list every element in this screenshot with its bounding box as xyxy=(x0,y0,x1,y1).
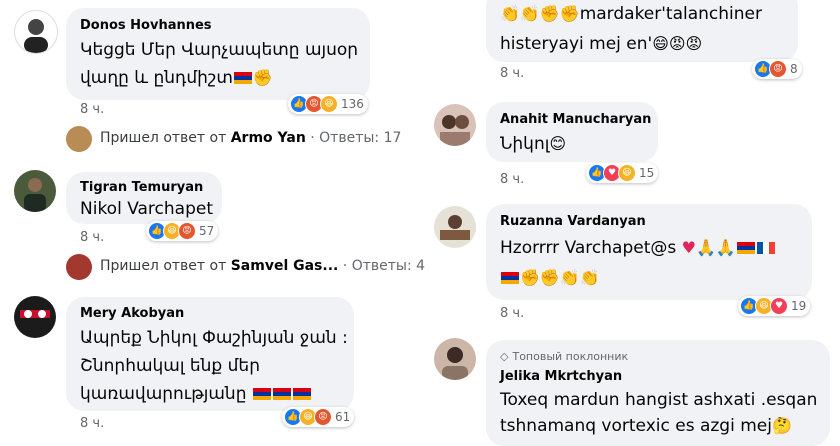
comment-author[interactable]: Donos Hovhannes xyxy=(80,18,212,33)
comment-text: Կեցցե Մեր Վարչապետը այսօր xyxy=(80,40,359,60)
avatar[interactable] xyxy=(14,10,58,54)
comment-text: Nikol Varchapet xyxy=(80,199,214,219)
reaction-count: 19 xyxy=(791,299,807,313)
reply-avatar xyxy=(66,254,92,280)
reaction-count: 136 xyxy=(341,97,364,111)
comment-text-line2: վաղը և ընդմիշտ ✊ xyxy=(80,68,273,88)
avatar[interactable] xyxy=(434,104,476,146)
reply-summary[interactable]: Пришел ответ от Samvel Gas... · Ответы: … xyxy=(100,258,425,274)
comment-time[interactable]: 8 ч. xyxy=(80,416,104,431)
reply-avatar xyxy=(66,126,92,152)
armenia-flag-icon xyxy=(292,388,311,400)
reaction-summary[interactable]: 👍 😡 8 xyxy=(752,59,802,79)
right-comments-column: 👏👏✊✊mardaker'talanchiner histeryayi mej … xyxy=(420,0,840,446)
comment-time[interactable]: 8 ч. xyxy=(80,230,104,245)
armenia-flag-icon xyxy=(501,272,519,284)
armenia-flag-icon xyxy=(252,388,271,400)
armenia-flag-icon xyxy=(736,242,755,254)
angry-reaction-icon: 😡 xyxy=(769,60,787,78)
comment-author[interactable]: Mery Akobyan xyxy=(80,306,184,321)
reaction-summary[interactable]: 👍 😡 😆 136 xyxy=(288,94,368,114)
reaction-summary[interactable]: 👍 😆 😡 57 xyxy=(146,221,219,241)
reaction-count: 8 xyxy=(790,62,798,76)
fist-emoji-icon: ✊ xyxy=(252,68,273,87)
left-comments-column: Donos Hovhannes Կեցցե Մեր Վարչապետը այսօ… xyxy=(0,0,425,442)
clapping-hands-emoji-icon: 👏👏 xyxy=(559,268,600,287)
angry-reaction-icon: 😡 xyxy=(314,408,332,426)
comment-time[interactable]: 8 ч. xyxy=(80,102,104,117)
red-heart-emoji-icon: ♥ xyxy=(681,238,696,257)
comment-text-line2: tshnamanq vortexic es azgi mej🤔 xyxy=(500,416,792,436)
comment-text: Toxeq mardun hangist ashxati .esqan xyxy=(500,390,818,410)
france-flag-icon xyxy=(756,242,775,254)
angry-face-emoji-icon: 😡😡 xyxy=(668,34,703,53)
reaction-count: 61 xyxy=(335,410,351,424)
comment-text-line2: Շնորհակալ ենք մեր xyxy=(80,356,260,376)
comment-time[interactable]: 8 ч. xyxy=(500,306,524,321)
comment-author[interactable]: Ruzanna Vardanyan xyxy=(500,214,646,229)
comment-author[interactable]: Anahit Manucharyan xyxy=(500,112,651,127)
top-fan-badge: ◇ Топовый поклонник xyxy=(500,350,629,363)
grinning-face-emoji-icon: 😄 xyxy=(652,34,669,53)
comment-author[interactable]: Tigran Temuryan xyxy=(80,180,203,195)
avatar[interactable] xyxy=(14,170,56,212)
angry-reaction-icon: 😡 xyxy=(178,222,196,240)
comment-text-line2: histeryayi mej en'😄😡😡 xyxy=(500,34,703,54)
reaction-summary[interactable]: 👍 😆 😡 61 xyxy=(282,407,355,427)
comment-text: Hzorrrr Varchapet@s ♥🙏🙏 xyxy=(500,238,776,258)
comment-text: Նիկոլ😊 xyxy=(500,134,567,154)
smiling-face-emoji-icon: 😊 xyxy=(549,134,567,153)
reply-summary[interactable]: Пришел ответ от Armo Yan · Ответы: 17 xyxy=(100,130,401,146)
comment-text-line3: կառավարությանը xyxy=(80,384,312,404)
love-reaction-icon: ♥ xyxy=(770,297,788,315)
thinking-face-emoji-icon: 🤔 xyxy=(771,416,792,435)
clapping-hands-emoji-icon: 👏👏 xyxy=(500,4,540,23)
reaction-summary[interactable]: 👍 ♥ 😆 15 xyxy=(586,163,659,183)
comment-text: Ապրեք Նիկոլ Փաշինյան ջան : xyxy=(80,328,348,348)
comment-text-line2: ✊✊👏👏 xyxy=(500,268,600,288)
haha-reaction-icon: 😆 xyxy=(618,164,636,182)
avatar[interactable] xyxy=(434,338,476,380)
reaction-count: 15 xyxy=(639,166,655,180)
comment-time[interactable]: 8 ч. xyxy=(500,66,524,81)
haha-reaction-icon: 😆 xyxy=(320,95,338,113)
fist-emoji-icon: ✊✊ xyxy=(539,4,580,23)
comment-time[interactable]: 8 ч. xyxy=(500,172,524,187)
diamond-icon: ◇ xyxy=(500,350,509,363)
comment-author[interactable]: Jelika Mkrtchyan xyxy=(500,369,622,384)
armenia-flag-icon xyxy=(233,72,252,84)
fist-emoji-icon: ✊✊ xyxy=(520,268,560,287)
avatar[interactable] xyxy=(434,206,476,248)
armenia-flag-icon xyxy=(272,388,291,400)
folded-hands-emoji-icon: 🙏🙏 xyxy=(695,238,736,257)
comment-text: 👏👏✊✊mardaker'talanchiner xyxy=(500,4,762,24)
avatar[interactable] xyxy=(14,296,56,338)
reaction-summary[interactable]: 👍 😆 ♥ 19 xyxy=(738,296,811,316)
reaction-count: 57 xyxy=(199,224,215,238)
